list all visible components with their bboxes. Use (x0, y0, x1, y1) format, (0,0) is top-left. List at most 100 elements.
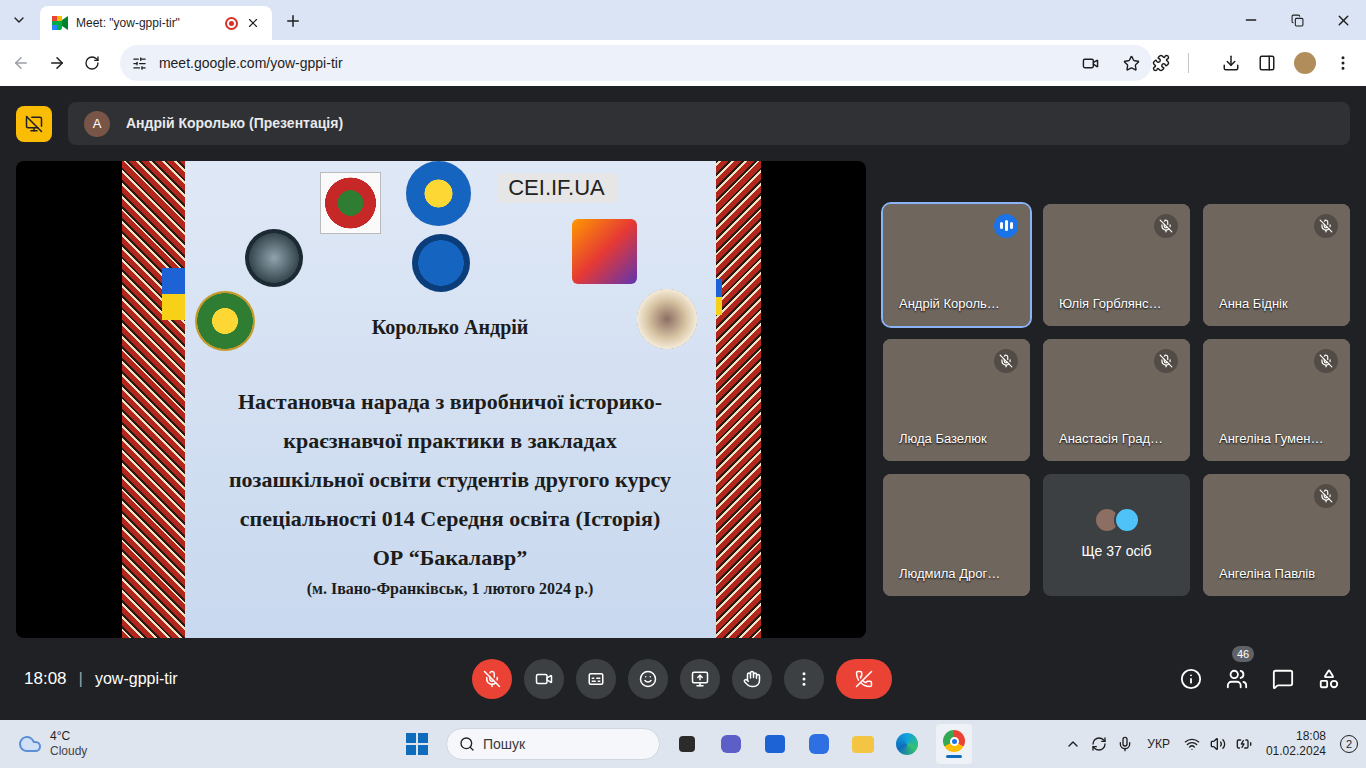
participant-tile[interactable]: Анна Біднік (1203, 204, 1350, 326)
hang-up-icon (855, 670, 873, 688)
participant-tile[interactable]: Андрій Король… (883, 204, 1030, 326)
people-icon (1226, 668, 1248, 690)
toolbar: meet.google.com/yow-gppi-tir (0, 40, 1366, 86)
muted-badge (1154, 214, 1178, 238)
mic-off-icon (1319, 489, 1333, 503)
participant-tile[interactable]: Ангеліна Павлів (1203, 474, 1350, 596)
reload-icon[interactable] (84, 55, 100, 71)
minimize-button[interactable] (1228, 12, 1274, 28)
meeting-time: 18:08 (24, 666, 67, 692)
clock[interactable]: 18:0801.02.2024 (1262, 729, 1330, 759)
raise-hand-button[interactable] (732, 659, 772, 699)
museum-logo (637, 289, 697, 349)
explorer-icon[interactable] (848, 729, 878, 759)
presentation-toggle-button[interactable] (16, 106, 52, 142)
participant-tile[interactable]: Людмила Дрог… (883, 474, 1030, 596)
slide-title-line: Настановча нарада з виробничої історико- (238, 382, 662, 421)
back-icon[interactable] (12, 54, 30, 72)
university-logo (406, 161, 471, 226)
task-view-icon[interactable] (672, 729, 702, 759)
cei-logo: CEI.IF.UA (497, 173, 617, 203)
participant-grid: Андрій Король…Юлія Горблянс…Анна Біднік Л… (883, 161, 1350, 638)
camera-button[interactable] (524, 659, 564, 699)
restore-button[interactable] (1274, 14, 1320, 27)
camera-in-use-icon[interactable] (1082, 55, 1099, 72)
info-icon[interactable] (1180, 668, 1202, 690)
slide-title-line: ОР “Бакалавр” (373, 538, 528, 577)
participant-tile[interactable]: Юлія Горблянс… (1043, 204, 1190, 326)
forward-icon[interactable] (48, 54, 66, 72)
mic-off-icon (1319, 354, 1333, 368)
omnibox[interactable]: meet.google.com/yow-gppi-tir (120, 45, 1152, 81)
battery-icon[interactable] (1236, 736, 1252, 752)
chat-icon[interactable] (1272, 668, 1294, 690)
present-button[interactable] (680, 659, 720, 699)
taskbar: 4°CCloudy Пошук УКР 18:0801.02.2024 2 (0, 720, 1366, 768)
meet-area: ААндрій Королько (Презентація)CEI.IF.UAК… (0, 86, 1366, 720)
more-options-button[interactable] (784, 659, 824, 699)
mic-off-icon (1159, 354, 1173, 368)
profile-avatar[interactable] (1294, 52, 1316, 74)
teams-icon[interactable] (716, 729, 746, 759)
reactions-button[interactable] (628, 659, 668, 699)
slide-title: Настановча нарада з виробничої історико-… (229, 382, 671, 577)
mic-button[interactable] (472, 659, 512, 699)
participant-name: Ангеліна Гумен… (1219, 429, 1323, 449)
participant-tile[interactable]: Люда Базелюк (883, 339, 1030, 461)
participant-tile[interactable]: Анастасія Град… (1043, 339, 1190, 461)
download-icon[interactable] (1222, 54, 1240, 72)
muted-badge (994, 349, 1018, 373)
chrome-icon[interactable] (936, 724, 972, 764)
volume-icon[interactable] (1210, 736, 1226, 752)
weather-widget[interactable]: 4°CCloudy (0, 729, 402, 759)
muted-badge (1314, 349, 1338, 373)
leave-call-button[interactable] (836, 659, 892, 699)
screen: Meet: "yow-gppi-tir" meet.google.com/yow-… (0, 0, 1366, 768)
slide-title-line: позашкільної освіти студентів другого ку… (229, 460, 671, 499)
hand-icon (743, 670, 761, 688)
input-language[interactable]: УКР (1143, 735, 1174, 753)
people-button[interactable]: 46 (1226, 668, 1248, 690)
close-tab-icon[interactable] (246, 16, 260, 30)
stop-presentation-icon (25, 115, 43, 133)
control-bar: 18:08|yow-gppi-tir46 (0, 638, 1366, 720)
activities-icon[interactable] (1318, 668, 1340, 690)
browser-tab[interactable]: Meet: "yow-gppi-tir" (40, 6, 272, 40)
more-icon (795, 670, 813, 688)
tab-search-button[interactable] (2, 3, 36, 37)
meeting-code: yow-gppi-tir (95, 667, 178, 691)
app-icon[interactable] (804, 729, 834, 759)
notification-badge[interactable]: 2 (1340, 735, 1358, 753)
bookmark-icon[interactable] (1123, 55, 1140, 72)
extensions-icon[interactable] (1152, 54, 1170, 72)
wifi-icon[interactable] (1184, 736, 1200, 752)
minimize-icon (1243, 12, 1259, 28)
participant-tile[interactable]: Ангеліна Гумен… (1203, 339, 1350, 461)
present-icon (691, 670, 709, 688)
start-button[interactable] (402, 729, 432, 759)
muted-badge (1314, 214, 1338, 238)
participant-count-badge: 46 (1232, 646, 1254, 662)
muted-badge (1154, 349, 1178, 373)
close-button[interactable] (1320, 12, 1366, 29)
show-hidden-icons-icon[interactable] (1065, 736, 1081, 752)
menu-icon[interactable] (1334, 54, 1352, 72)
side-panel-icon[interactable] (1258, 54, 1276, 72)
taskbar-search[interactable]: Пошук (446, 728, 660, 760)
site-settings-icon[interactable] (132, 56, 147, 71)
windows-logo-icon (406, 733, 428, 755)
captions-button[interactable] (576, 659, 616, 699)
system-tray: УКР 18:0801.02.2024 2 (1065, 729, 1366, 759)
window-controls (1228, 0, 1366, 40)
microphone-icon[interactable] (1117, 736, 1133, 752)
slide-author: Королько Андрій (372, 313, 529, 341)
ecology-logo (195, 291, 255, 351)
store-icon[interactable] (760, 729, 790, 759)
more-label: Ще 37 осіб (1081, 541, 1151, 562)
edge-icon[interactable] (892, 729, 922, 759)
new-tab-button[interactable] (278, 6, 308, 36)
sync-icon[interactable] (1091, 736, 1107, 752)
presentation: CEI.IF.UA Королько Андрій Настановча нарад… (16, 161, 866, 638)
mic-off-icon (483, 670, 501, 688)
more-participants-tile[interactable]: Ще 37 осіб (1043, 474, 1190, 596)
